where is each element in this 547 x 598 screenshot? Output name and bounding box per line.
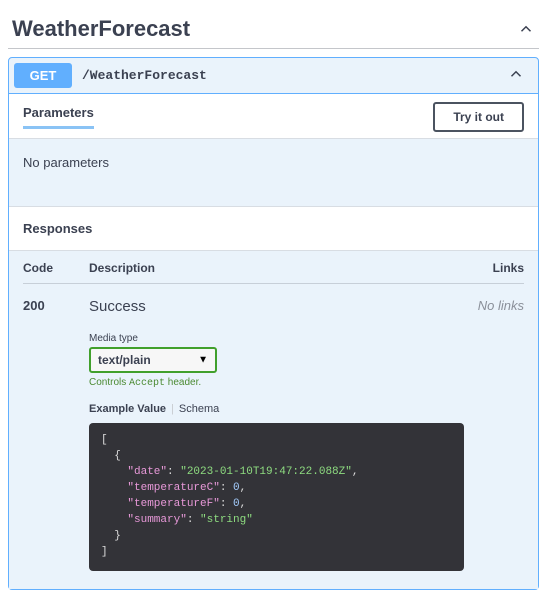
response-row: 200 Success Media type text/plain ▼ Cont… [23,298,524,571]
controls-accept-text: Controls Accept header. [89,377,464,389]
parameters-tab[interactable]: Parameters [23,105,94,129]
tab-schema[interactable]: Schema [179,403,219,415]
media-type-select[interactable]: text/plain [91,349,215,371]
column-links: Links [464,261,524,275]
response-code: 200 [23,298,89,571]
tag-name: WeatherForecast [12,16,190,42]
column-code: Code [23,261,89,275]
responses-columns: Code Description Links [23,261,524,284]
operation-path: /WeatherForecast [82,68,499,83]
collapse-toggle[interactable] [499,65,533,86]
response-description-cell: Success Media type text/plain ▼ Controls… [89,298,464,571]
media-type-label: Media type [89,333,464,344]
tag-header[interactable]: WeatherForecast [8,8,539,49]
operation-summary[interactable]: GET /WeatherForecast [9,58,538,94]
response-description: Success [89,298,464,315]
parameters-header: Parameters Try it out [9,94,538,138]
response-links: No links [464,298,524,571]
chevron-up-icon [517,20,535,38]
column-description: Description [89,261,464,275]
responses-table: Code Description Links 200 Success Media… [9,250,538,589]
tab-example-value[interactable]: Example Value [89,403,166,415]
no-parameters-message: No parameters [9,138,538,206]
operation-block: GET /WeatherForecast Parameters Try it o… [8,57,539,590]
media-type-select-wrap[interactable]: text/plain ▼ [89,347,217,373]
tab-separator: | [171,403,174,415]
responses-header: Responses [9,206,538,250]
chevron-up-icon [507,65,525,83]
http-method-badge: GET [14,63,72,88]
example-code-block: [ { "date": "2023-01-10T19:47:22.088Z", … [89,423,464,571]
try-it-out-button[interactable]: Try it out [433,102,524,132]
example-tabs: Example Value | Schema [89,403,464,415]
operation-body: Parameters Try it out No parameters Resp… [9,94,538,589]
